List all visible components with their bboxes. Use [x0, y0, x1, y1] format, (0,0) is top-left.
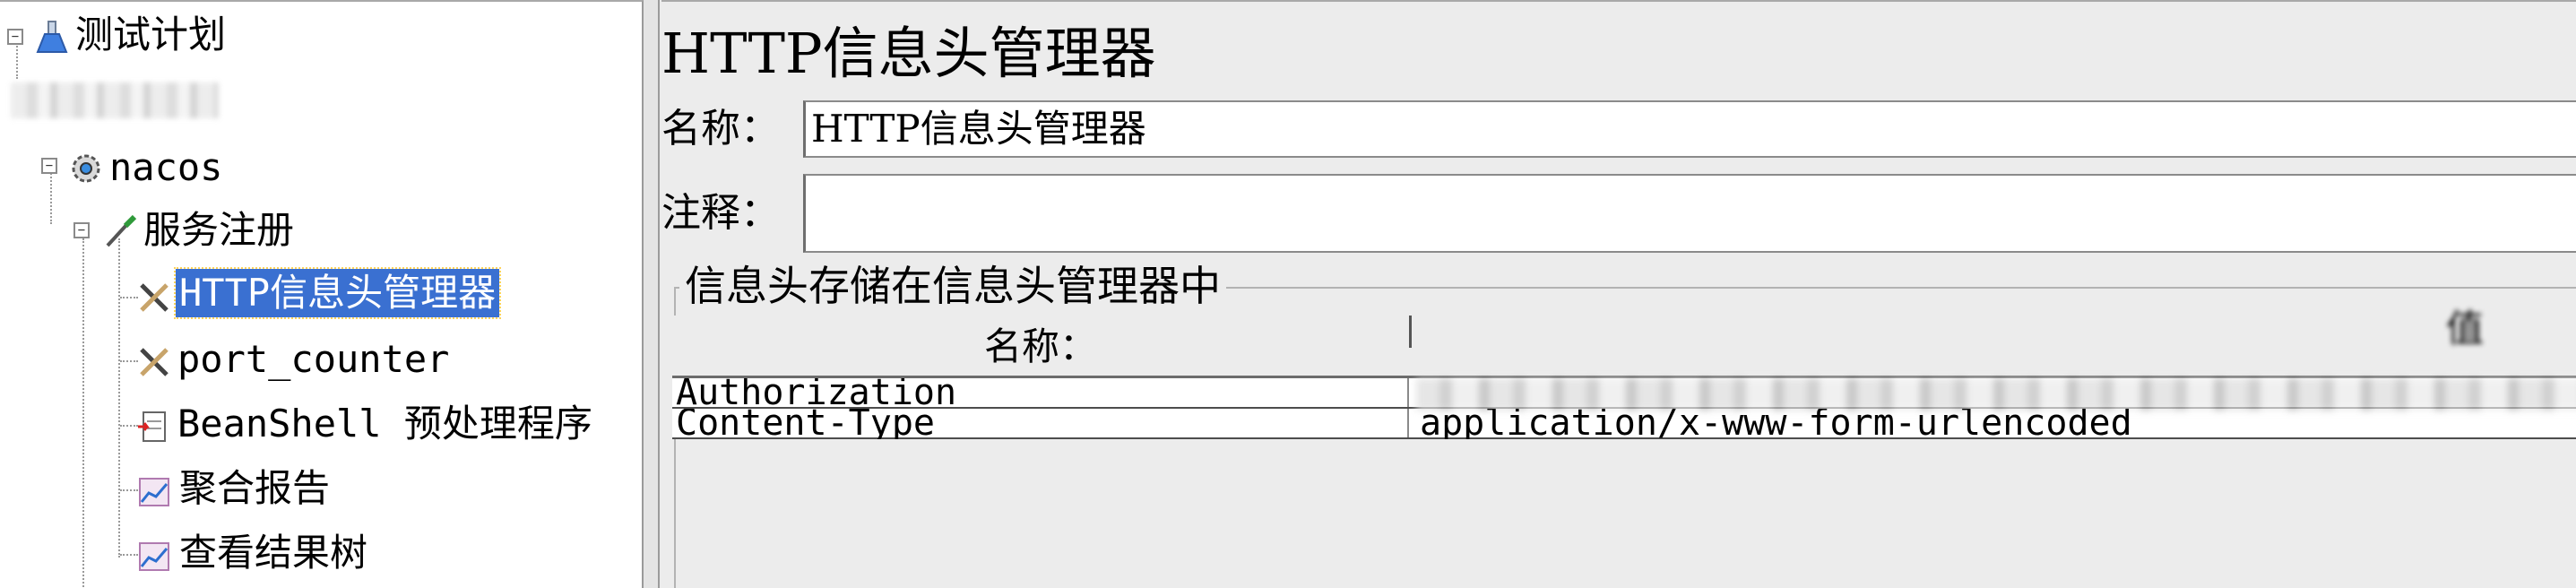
- tree-node-view-results-tree[interactable]: 查看结果树: [179, 529, 367, 577]
- table-row[interactable]: Authorization: [672, 378, 2576, 411]
- tree-guide: [16, 43, 18, 79]
- comment-label: 注释：: [661, 190, 780, 236]
- column-header-value[interactable]: 值: [2375, 298, 2554, 360]
- tree-guide: [120, 425, 138, 427]
- headers-table[interactable]: 名称： 值 Authorization Content-Type applica…: [672, 307, 2576, 439]
- tree-node-nacos[interactable]: nacos: [109, 143, 222, 192]
- header-value-cell[interactable]: application/x-www-form-urlencoded: [1420, 409, 2576, 439]
- tree-node-port-counter[interactable]: port_counter: [177, 335, 449, 384]
- tree-node-beanshell-preprocessor[interactable]: BeanShell 预处理程序: [177, 400, 592, 448]
- comment-field[interactable]: [803, 174, 2576, 253]
- editor-title: HTTP信息头管理器: [661, 21, 1156, 86]
- gear-icon: [72, 154, 100, 183]
- redacted-value-cell[interactable]: [1416, 378, 2576, 411]
- collapse-toggle[interactable]: −: [7, 29, 23, 45]
- table-header: 名称： 值: [672, 307, 2576, 378]
- name-label: 名称：: [661, 106, 780, 151]
- tree-node-service-register[interactable]: 服务注册: [143, 206, 294, 255]
- header-name-cell[interactable]: Content-Type: [676, 409, 1402, 439]
- chart-icon: [139, 542, 169, 571]
- pipette-icon: [106, 214, 137, 247]
- flask-icon: [36, 21, 68, 53]
- jmeter-window: − 测试计划 − nacos − 服务注册 HTTP信息头管理器 port_co…: [0, 0, 2576, 588]
- tree-guide: [120, 360, 138, 362]
- column-divider: [1407, 378, 1409, 407]
- redacted-node[interactable]: [11, 82, 219, 118]
- tree-node-test-plan[interactable]: 测试计划: [75, 11, 226, 59]
- collapse-toggle[interactable]: −: [73, 222, 90, 238]
- script-icon: [138, 411, 166, 442]
- tree-guide: [120, 297, 138, 298]
- header-name-cell[interactable]: Authorization: [676, 378, 1402, 409]
- tree-guide: [82, 238, 84, 588]
- panel-splitter[interactable]: [644, 0, 660, 588]
- column-header-name[interactable]: 名称：: [672, 316, 1409, 378]
- collapse-toggle[interactable]: −: [41, 158, 57, 174]
- wrench-tools-icon: [140, 348, 169, 376]
- chart-icon: [139, 478, 169, 506]
- wrench-tools-icon: [140, 283, 169, 312]
- table-body: Authorization Content-Type application/x…: [672, 378, 2576, 439]
- column-divider: [1407, 409, 1409, 437]
- column-divider[interactable]: [1409, 316, 1412, 348]
- tree-guide: [120, 554, 138, 556]
- tree-guide: [50, 170, 52, 224]
- tree-node-aggregate-report[interactable]: 聚合报告: [179, 464, 330, 513]
- test-plan-tree[interactable]: − 测试计划 − nacos − 服务注册 HTTP信息头管理器 port_co…: [0, 0, 644, 588]
- headers-group-title: 信息头存储在信息头管理器中: [679, 260, 1226, 312]
- tree-guide: [118, 238, 120, 558]
- table-row[interactable]: Content-Type application/x-www-form-urle…: [672, 409, 2576, 439]
- tree-guide: [120, 489, 138, 491]
- tree-node-http-header-manager[interactable]: HTTP信息头管理器: [173, 267, 502, 319]
- name-field[interactable]: HTTP信息头管理器: [803, 100, 2576, 158]
- element-editor-panel: HTTP信息头管理器 名称： HTTP信息头管理器 注释： 信息头存储在信息头管…: [661, 0, 2576, 588]
